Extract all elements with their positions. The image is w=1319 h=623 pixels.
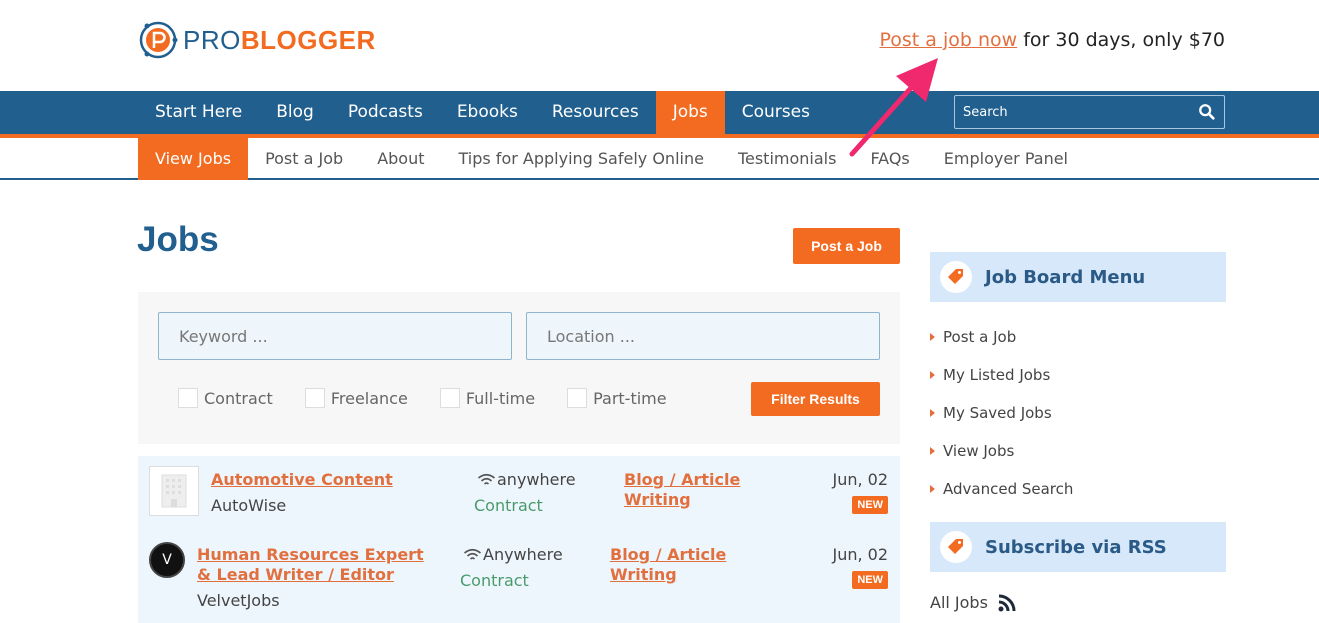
main-nav: Start Here Blog Podcasts Ebooks Resources Job… [0,91,1319,134]
rss-icon [998,594,1016,611]
company-logo: V [149,542,185,578]
nav-item-ebooks[interactable]: Ebooks [440,91,535,134]
wifi-icon [477,473,496,485]
job-date: Jun, 02 [832,470,888,489]
subnav-item-employer-panel[interactable]: Employer Panel [927,138,1085,180]
job-listing[interactable]: V Human Resources Expert & Lead Writer /… [138,531,900,623]
keyword-input[interactable] [158,312,512,360]
logo-pro-text: PRO [183,24,241,55]
menu-item-advanced-search[interactable]: Advanced Search [930,470,1073,508]
job-title-link[interactable]: Human Resources Expert & Lead Writer / E… [197,545,427,585]
caret-right-icon [930,485,935,493]
location-input[interactable] [526,312,880,360]
all-jobs-rss-link[interactable]: All Jobs [930,593,1016,612]
menu-item-my-saved-jobs[interactable]: My Saved Jobs [930,394,1073,432]
company-name: VelvetJobs [197,591,280,610]
new-badge: NEW [852,496,888,514]
job-location: Anywhere [463,545,563,564]
job-type: Contract [474,496,543,515]
job-board-menu-title: Job Board Menu [985,266,1146,288]
wifi-icon [463,548,482,560]
checkbox[interactable] [567,388,588,408]
checkbox[interactable] [178,388,198,408]
checkbox-label: Part-time [593,388,667,408]
post-job-now-link[interactable]: Post a job now [879,29,1017,51]
job-board-menu-header: Job Board Menu [930,252,1226,302]
job-date: Jun, 02 [832,545,888,564]
menu-item-label: Post a Job [943,328,1017,346]
menu-item-post-a-job[interactable]: Post a Job [930,318,1073,356]
search-box [954,95,1225,129]
checkbox-label: Contract [204,388,273,408]
caret-right-icon [930,371,935,379]
nav-item-podcasts[interactable]: Podcasts [331,91,440,134]
job-title-link[interactable]: Automotive Content [211,470,393,490]
promo-banner: Post a job now for 30 days, only $70 [879,29,1225,51]
jobs-subnav-items: View Jobs Post a Job About Tips for Applyin… [138,138,1085,180]
jobs-subnav: View Jobs Post a Job About Tips for Applyin… [0,138,1319,180]
logo-blogger-text: BLOGGER [240,24,376,55]
menu-item-label: My Listed Jobs [943,366,1051,384]
post-a-job-button[interactable]: Post a Job [793,228,900,264]
company-logo-placeholder [149,466,199,516]
menu-item-label: Advanced Search [943,480,1074,498]
building-icon [161,474,187,508]
main-nav-items: Start Here Blog Podcasts Ebooks Resources Job… [138,91,827,134]
job-type-contract-checkbox[interactable]: Contract [178,388,273,408]
job-type-full-time-checkbox[interactable]: Full-time [439,388,536,408]
job-type-checkboxes: Contract Freelance Full-time Part-time [178,388,699,408]
nav-item-resources[interactable]: Resources [535,91,656,134]
job-category-link[interactable]: Blog / Article Writing [624,470,744,510]
site-header: PROBLOGGER Post a job now for 30 days, o… [0,0,1319,91]
logo-mark-icon [139,21,178,59]
subnav-item-view-jobs[interactable]: View Jobs [138,138,249,180]
search-input[interactable] [963,104,1198,120]
job-location-text: Anywhere [483,545,563,564]
caret-right-icon [930,447,935,455]
checkbox-label: Full-time [465,388,536,408]
checkbox[interactable] [304,388,325,408]
job-type: Contract [460,571,529,590]
caret-right-icon [930,409,935,417]
caret-right-icon [930,333,935,341]
job-list: Automotive Content AutoWise anywhere Con… [138,456,900,623]
tag-icon [940,261,972,293]
promo-text: for 30 days, only $70 [1017,29,1225,51]
job-type-part-time-checkbox[interactable]: Part-time [567,388,667,408]
checkbox-label: Freelance [330,388,408,408]
filter-results-button[interactable]: Filter Results [751,382,880,416]
new-badge: NEW [852,571,888,589]
subnav-item-testimonials[interactable]: Testimonials [721,138,854,180]
job-listing[interactable]: Automotive Content AutoWise anywhere Con… [138,456,900,531]
subnav-item-about[interactable]: About [360,138,441,180]
job-location: anywhere [477,470,576,489]
all-jobs-label: All Jobs [930,593,988,612]
rss-header: Subscribe via RSS [930,522,1226,572]
search-icon[interactable] [1198,103,1216,121]
company-name: AutoWise [211,496,287,515]
menu-item-label: View Jobs [943,442,1015,460]
problogger-logo[interactable]: PROBLOGGER [137,20,376,60]
nav-item-jobs[interactable]: Jobs [655,91,725,134]
job-board-menu: Post a Job My Listed Jobs My Saved Jobs Vie… [930,318,1073,508]
page-title: Jobs [137,220,219,259]
menu-item-my-listed-jobs[interactable]: My Listed Jobs [930,356,1073,394]
job-category-link[interactable]: Blog / Article Writing [610,545,730,585]
menu-item-view-jobs[interactable]: View Jobs [930,432,1073,470]
subnav-item-post-a-job[interactable]: Post a Job [248,138,360,180]
job-type-freelance-checkbox[interactable]: Freelance [304,388,408,408]
job-location-text: anywhere [497,470,576,489]
menu-item-label: My Saved Jobs [943,404,1052,422]
rss-title: Subscribe via RSS [985,536,1167,558]
subnav-item-faqs[interactable]: FAQs [853,138,926,180]
tag-icon [940,531,972,563]
nav-item-start-here[interactable]: Start Here [138,91,259,134]
subnav-item-tips-for-applying-safely-online[interactable]: Tips for Applying Safely Online [442,138,721,180]
job-filter-form: Contract Freelance Full-time Part-time Filt… [138,292,900,444]
nav-item-blog[interactable]: Blog [259,91,331,134]
nav-item-courses[interactable]: Courses [725,91,827,134]
checkbox[interactable] [439,388,460,408]
